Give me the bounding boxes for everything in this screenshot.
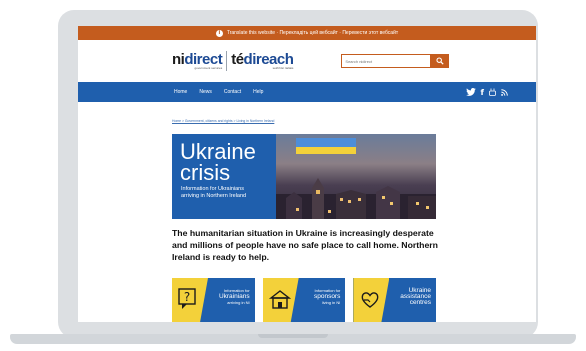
question-icon: ?	[178, 288, 196, 309]
info-icon: i	[215, 29, 223, 37]
laptop-screen: i Translate this website · Перекладіть ц…	[78, 26, 536, 322]
nav-news[interactable]: News	[199, 89, 212, 95]
card-assistance-text: Ukraine assistance centres	[387, 287, 432, 306]
search-input[interactable]	[341, 54, 432, 68]
tedireach-logo: tédireach seirbhísí rialtais	[231, 51, 294, 70]
main-nav: Home News Contact Help f	[78, 82, 536, 102]
hero-subtitle-line2: arriving in Northern Ireland	[181, 192, 247, 199]
nav-contact[interactable]: Contact	[224, 89, 241, 95]
house-icon	[268, 290, 291, 309]
card-small-bottom: arriving in NI	[227, 300, 250, 305]
card-sponsors[interactable]: Information for sponsors living in NI	[262, 278, 346, 322]
intro-text: The humanitarian situation in Ukraine is…	[172, 228, 438, 262]
social-links: f	[465, 88, 508, 97]
card-ukrainians[interactable]: ? Information for Ukrainians arriving in…	[172, 278, 255, 322]
svg-text:?: ?	[184, 290, 190, 304]
rss-icon[interactable]	[501, 88, 508, 96]
hero-banner[interactable]: Ukraine crisis Information for Ukrainian…	[172, 134, 436, 219]
logo-ni-subtitle: government services	[194, 66, 223, 70]
hero-title: Ukraine crisis	[180, 139, 256, 185]
laptop-notch	[258, 334, 328, 338]
info-cards: ? Information for Ukrainians arriving in…	[172, 278, 437, 322]
nav-home[interactable]: Home	[174, 89, 187, 95]
card-ukrainians-text: Information for Ukrainians arriving in N…	[206, 288, 250, 306]
translate-text[interactable]: Translate this website · Перекладіть цей…	[227, 30, 398, 36]
translate-bar[interactable]: i Translate this website · Перекладіть ц…	[78, 26, 536, 40]
logo-divider	[226, 51, 228, 71]
city-skyline-image	[276, 178, 436, 219]
hero-title-line1: Ukraine	[180, 139, 256, 164]
hero-subtitle: Information for Ukrainians arriving in N…	[181, 186, 281, 199]
search-button[interactable]	[431, 54, 450, 68]
logo-te-subtitle: seirbhísí rialtais	[272, 66, 294, 70]
card-sponsors-text: Information for sponsors living in NI	[296, 288, 340, 306]
flag-yellow-stripe	[296, 147, 356, 154]
flag-blue-stripe	[296, 138, 356, 147]
nidirect-logo: nidirect government services	[172, 51, 223, 70]
site-header: nidirect government services tédireach s…	[78, 40, 536, 82]
site-logo[interactable]: nidirect government services tédireach s…	[172, 51, 294, 71]
search-icon	[436, 57, 445, 65]
heart-hands-icon	[361, 292, 379, 308]
card-title: Ukraine assistance centres	[400, 287, 432, 306]
logo-ni-text: ni	[172, 51, 185, 68]
breadcrumb[interactable]: Home > Government, citizens and rights >…	[172, 119, 274, 123]
youtube-icon[interactable]	[489, 88, 496, 96]
card-assistance-centres[interactable]: Ukraine assistance centres	[353, 278, 437, 322]
facebook-icon[interactable]: f	[481, 88, 484, 97]
card-small-bottom: living in NI	[321, 300, 341, 305]
search-form	[341, 54, 450, 68]
nav-help[interactable]: Help	[253, 89, 263, 95]
hero-title-line2: crisis	[180, 160, 231, 185]
twitter-icon[interactable]	[465, 88, 476, 96]
logo-te-text: té	[231, 51, 244, 68]
